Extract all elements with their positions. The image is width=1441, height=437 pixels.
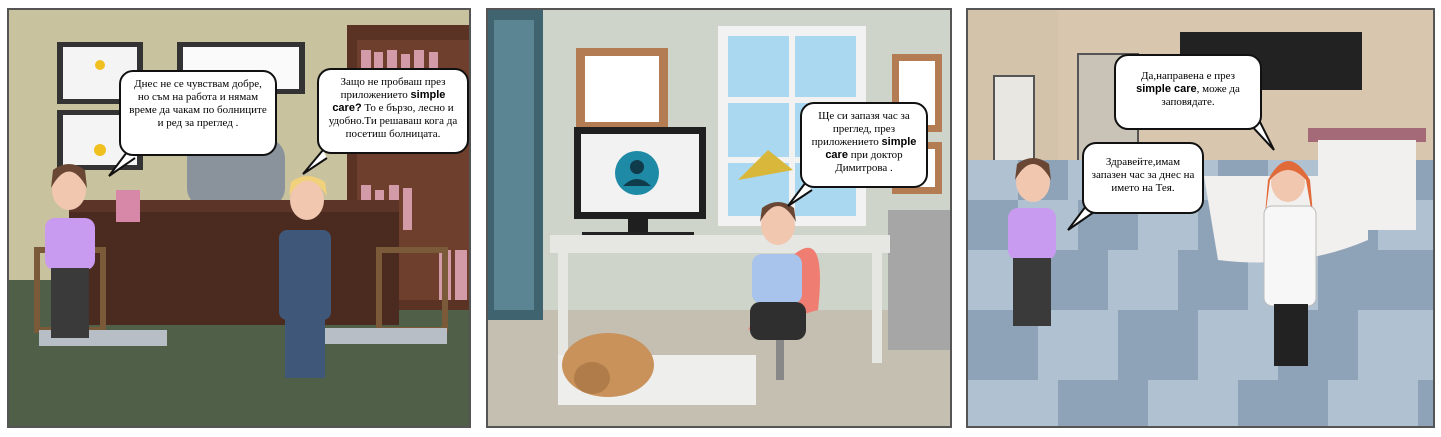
- app-name: simple care: [1136, 83, 1197, 95]
- comic-panel-2: Ще си запазя час за преглед, през прилож…: [486, 8, 952, 428]
- comic-panel-3: Да,направена е през simple care, може да…: [966, 8, 1435, 428]
- comic-panel-1: Днес не се чувствам добре, но съм на раб…: [7, 8, 471, 428]
- speech-bubble-2: Защо не пробваш през приложението simple…: [317, 68, 469, 154]
- speech-bubble-5: Здравейте,имам запазен час за днес на им…: [1082, 142, 1204, 214]
- speech-bubble-1: Днес не се чувствам добре, но съм на раб…: [119, 70, 277, 156]
- speech-bubble-4: Да,направена е през simple care, може да…: [1114, 54, 1262, 130]
- speech-text: Да,направена е през: [1141, 70, 1235, 82]
- speech-text: Здравейте,имам запазен час за днес на им…: [1091, 156, 1195, 194]
- home-office-scene-illustration: [488, 10, 950, 426]
- speech-bubble-3: Ще си запазя час за преглед, през прилож…: [800, 102, 928, 188]
- speech-text: Днес не се чувствам добре, но съм на раб…: [129, 78, 267, 129]
